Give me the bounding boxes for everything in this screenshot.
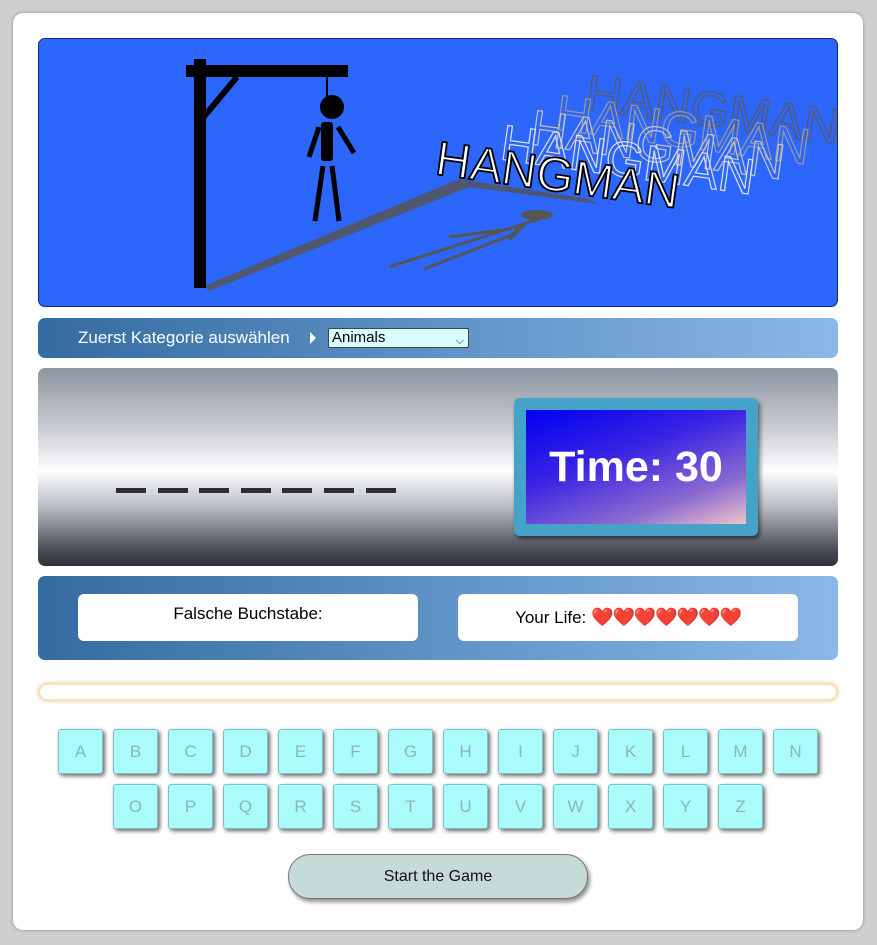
timer-frame: Time: 30: [514, 398, 758, 536]
category-selected-value: Animals: [332, 329, 386, 346]
status-bar: Falsche Buchstabe: Your Life: ❤️❤️❤️❤️❤️…: [38, 576, 838, 660]
key-t[interactable]: T: [388, 784, 433, 829]
play-area: Time: 30: [38, 368, 838, 566]
life-box: Your Life: ❤️❤️❤️❤️❤️❤️❤️: [458, 594, 798, 641]
key-q[interactable]: Q: [223, 784, 268, 829]
key-o[interactable]: O: [113, 784, 158, 829]
timer-screen: Time: 30: [526, 410, 746, 524]
key-m[interactable]: M: [718, 729, 763, 774]
key-b[interactable]: B: [113, 729, 158, 774]
wrong-letters-label: Falsche Buchstabe:: [173, 604, 323, 623]
key-g[interactable]: G: [388, 729, 433, 774]
letter-blank: [240, 488, 271, 493]
wrong-letters-box: Falsche Buchstabe:: [78, 594, 418, 641]
start-game-button[interactable]: Start the Game: [288, 854, 588, 899]
key-f[interactable]: F: [333, 729, 378, 774]
category-label: Zuerst Kategorie auswählen: [78, 328, 290, 347]
caret-right-icon: [310, 332, 316, 344]
key-k[interactable]: K: [608, 729, 653, 774]
key-i[interactable]: I: [498, 729, 543, 774]
key-v[interactable]: V: [498, 784, 543, 829]
key-u[interactable]: U: [443, 784, 488, 829]
key-e[interactable]: E: [278, 729, 323, 774]
key-a[interactable]: A: [58, 729, 103, 774]
life-label: Your Life:: [515, 608, 587, 627]
key-z[interactable]: Z: [718, 784, 763, 829]
letter-blank: [324, 488, 354, 493]
key-s[interactable]: S: [333, 784, 378, 829]
chevron-down-icon: ⌵: [455, 335, 464, 347]
message-bar: [38, 683, 838, 701]
category-select[interactable]: Animals ⌵: [328, 328, 469, 348]
letter-blank: [282, 488, 313, 493]
letter-blank: [365, 488, 396, 493]
timer-text: Time: 30: [549, 443, 723, 491]
hangman-banner: HANGMAN HANGMAN HANGMAN HANGMAN HANGMAN: [38, 38, 838, 307]
heart-icons: ❤️❤️❤️❤️❤️❤️❤️: [591, 607, 742, 627]
key-d[interactable]: D: [223, 729, 268, 774]
letter-blank: [116, 488, 146, 493]
key-w[interactable]: W: [553, 784, 598, 829]
key-h[interactable]: H: [443, 729, 488, 774]
key-c[interactable]: C: [168, 729, 213, 774]
key-x[interactable]: X: [608, 784, 653, 829]
letter-blank: [157, 488, 188, 493]
key-l[interactable]: L: [663, 729, 708, 774]
key-y[interactable]: Y: [663, 784, 708, 829]
key-n[interactable]: N: [773, 729, 818, 774]
hangman-logo-illustration: HANGMAN HANGMAN HANGMAN HANGMAN HANGMAN: [186, 59, 837, 291]
key-r[interactable]: R: [278, 784, 323, 829]
letter-blank: [199, 488, 230, 493]
category-bar: Zuerst Kategorie auswählen Animals ⌵: [38, 318, 838, 358]
key-p[interactable]: P: [168, 784, 213, 829]
key-j[interactable]: J: [553, 729, 598, 774]
